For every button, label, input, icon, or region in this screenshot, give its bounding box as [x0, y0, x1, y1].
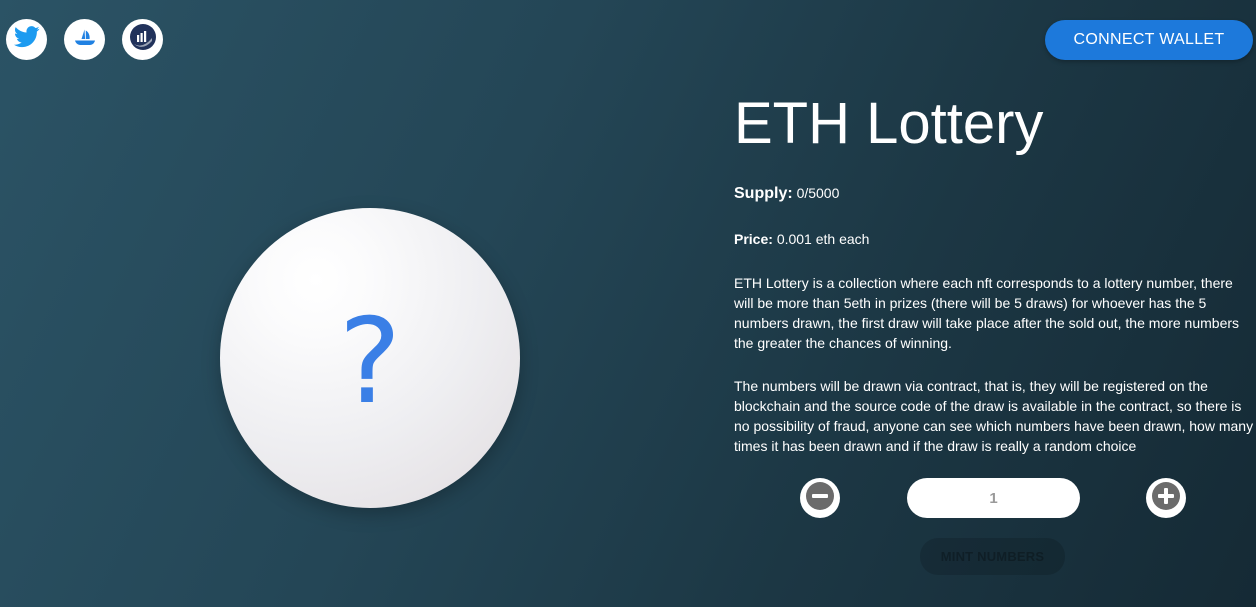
connect-wallet-button[interactable]: CONNECT WALLET	[1045, 20, 1253, 60]
lottery-ball: ?	[220, 208, 520, 508]
description-paragraph-2: The numbers will be drawn via contract, …	[734, 378, 1254, 454]
mint-numbers-button[interactable]: MINT NUMBERS	[920, 538, 1065, 575]
chart-logo-icon	[128, 22, 158, 57]
plus-icon	[1151, 481, 1181, 516]
decrease-quantity-button[interactable]	[800, 478, 840, 518]
opensea-icon	[73, 26, 97, 53]
question-mark: ?	[338, 292, 402, 430]
opensea-link[interactable]	[64, 19, 105, 60]
mint-numbers-label: MINT NUMBERS	[940, 549, 1045, 564]
supply-line: Supply: 0/5000	[734, 185, 839, 203]
stats-link[interactable]	[122, 19, 163, 60]
page-title: ETH Lottery	[734, 91, 1044, 156]
increase-quantity-button[interactable]	[1146, 478, 1186, 518]
connect-wallet-label: CONNECT WALLET	[1073, 31, 1225, 48]
supply-label: Supply:	[734, 185, 793, 202]
quantity-input[interactable]	[907, 478, 1080, 518]
description-paragraph-1: ETH Lottery is a collection where each n…	[734, 275, 1240, 351]
minus-icon	[805, 481, 835, 516]
price-line: Price: 0.001 eth each	[734, 231, 869, 247]
social-links	[6, 19, 180, 60]
twitter-link[interactable]	[6, 19, 47, 60]
supply-value: 0/5000	[796, 185, 840, 201]
price-value: 0.001 eth each	[776, 231, 870, 247]
twitter-icon	[13, 26, 40, 53]
price-label: Price:	[734, 231, 773, 247]
